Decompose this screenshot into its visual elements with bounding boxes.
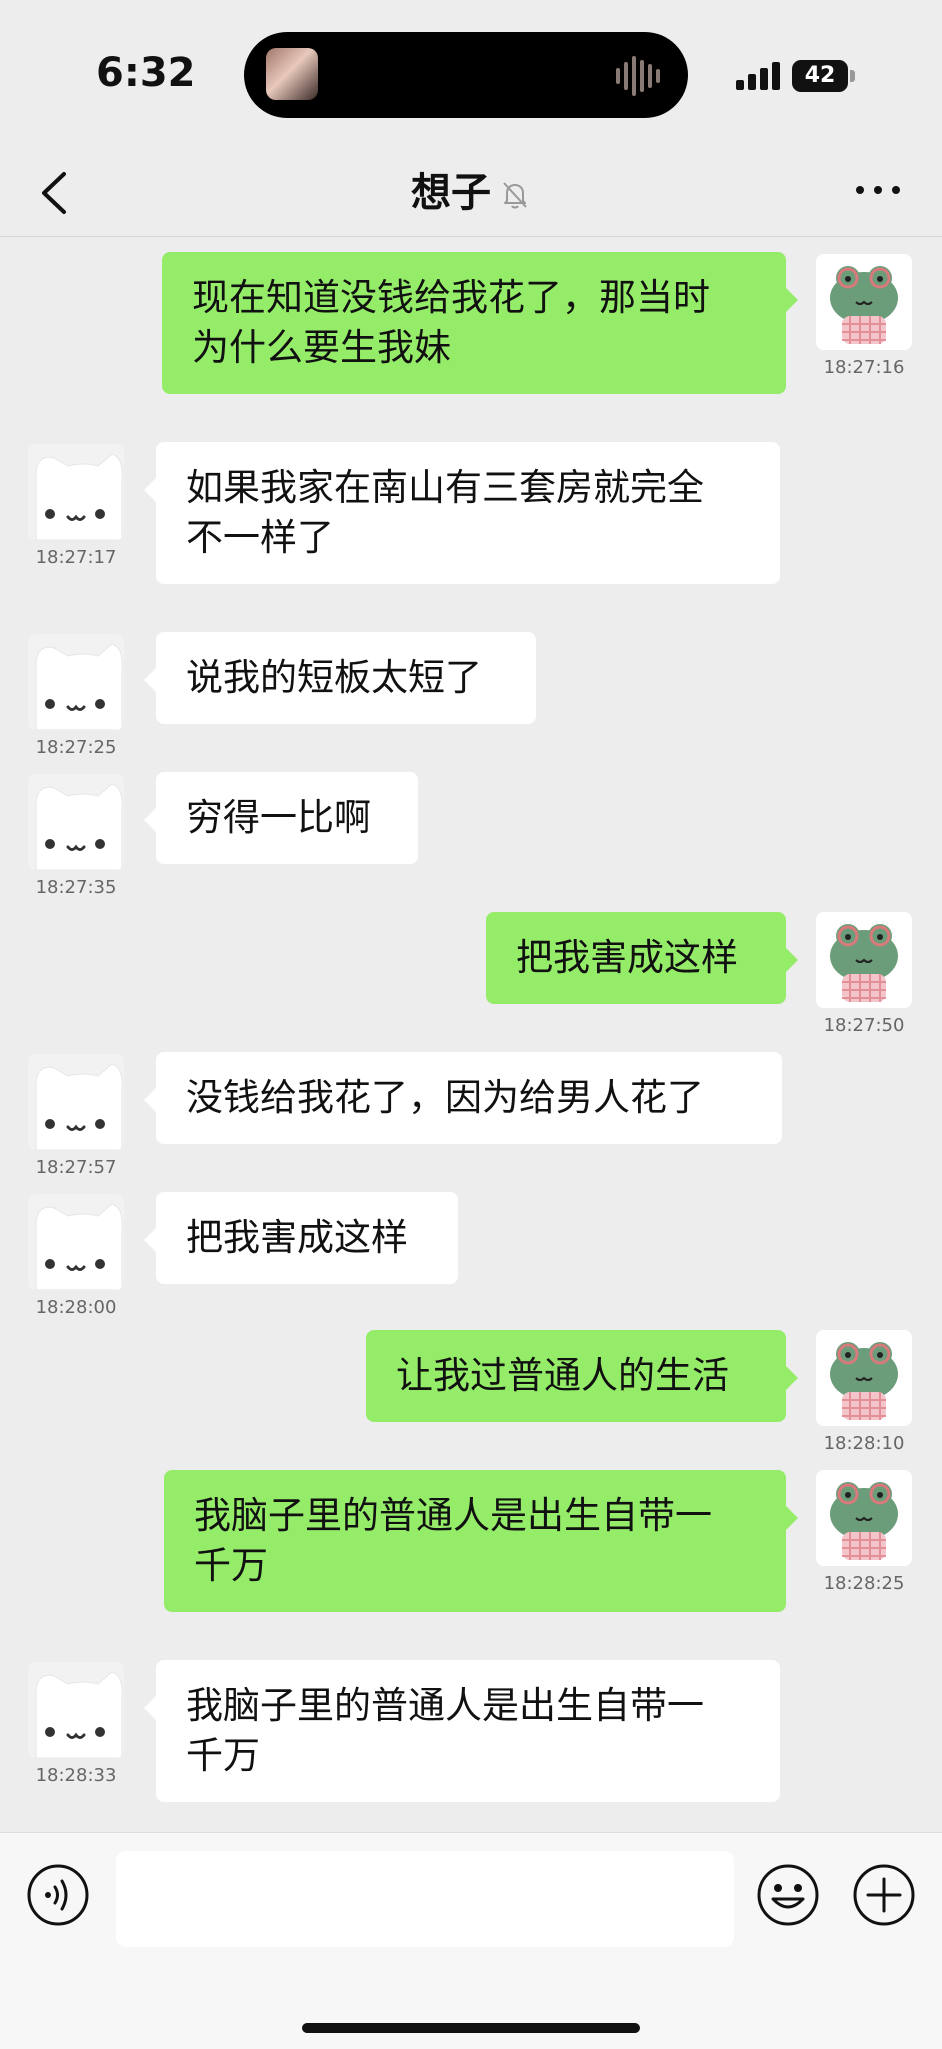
message-timestamp: 18:28:10: [823, 1433, 905, 1454]
message-timestamp: 18:28:00: [35, 1297, 117, 1318]
contact-avatar[interactable]: [28, 634, 124, 730]
plus-icon[interactable]: [852, 1863, 916, 1927]
contact-avatar[interactable]: [28, 444, 124, 540]
message-bubble-incoming[interactable]: 没钱给我花了，因为给男人花了: [144, 1052, 782, 1144]
dynamic-island[interactable]: [244, 32, 688, 118]
now-playing-thumbnail: [266, 48, 318, 100]
signal-icon: [736, 62, 780, 90]
voice-icon[interactable]: [26, 1863, 90, 1927]
message-bubble-incoming[interactable]: 穷得一比啊: [144, 772, 418, 864]
chat-header: 想子: [0, 150, 942, 237]
message-bubble-incoming[interactable]: 说我的短板太短了: [144, 632, 536, 724]
my-avatar[interactable]: [816, 254, 912, 350]
message-bubble-incoming[interactable]: 如果我家在南山有三套房就完全 不一样了: [144, 442, 780, 584]
message-bubble-outgoing[interactable]: 把我害成这样: [486, 912, 798, 1004]
contact-avatar[interactable]: [28, 1054, 124, 1150]
message-bubble-incoming[interactable]: 把我害成这样: [144, 1192, 458, 1284]
message-bubble-outgoing[interactable]: 我脑子里的普通人是出生自带一 千万: [164, 1470, 798, 1612]
message-timestamp: 18:27:57: [35, 1157, 117, 1178]
chat-title: 想子: [411, 170, 491, 216]
message-timestamp: 18:27:17: [35, 547, 117, 568]
chat-title-wrap: 想子: [0, 160, 942, 218]
contact-avatar[interactable]: [28, 1194, 124, 1290]
message-timestamp: 18:28:25: [823, 1573, 905, 1594]
input-bar: [0, 1832, 942, 2049]
bell-off-icon: [503, 182, 527, 209]
battery-cap: [850, 70, 855, 82]
battery-level: 42: [792, 60, 848, 92]
my-avatar[interactable]: [816, 912, 912, 1008]
home-indicator[interactable]: [302, 2023, 640, 2033]
message-bubble-outgoing[interactable]: 让我过普通人的生活: [366, 1330, 798, 1422]
contact-avatar[interactable]: [28, 1662, 124, 1758]
message-bubble-outgoing[interactable]: 现在知道没钱给我花了，那当时 为什么要生我妹: [162, 252, 798, 394]
status-time: 6:32: [96, 50, 196, 96]
message-timestamp: 18:27:50: [823, 1015, 905, 1036]
message-bubble-incoming[interactable]: 我脑子里的普通人是出生自带一 千万: [144, 1660, 780, 1802]
my-avatar[interactable]: [816, 1470, 912, 1566]
emoji-icon[interactable]: [756, 1863, 820, 1927]
message-timestamp: 18:27:25: [35, 737, 117, 758]
more-dots-icon[interactable]: [854, 180, 902, 200]
message-timestamp: 18:27:16: [823, 357, 905, 378]
my-avatar[interactable]: [816, 1330, 912, 1426]
message-timestamp: 18:27:35: [35, 877, 117, 898]
contact-avatar[interactable]: [28, 774, 124, 870]
audio-wave-icon: [616, 56, 660, 96]
message-input[interactable]: [116, 1851, 734, 1947]
message-timestamp: 18:28:33: [35, 1765, 117, 1786]
status-bar: 6:32 42: [0, 0, 942, 150]
